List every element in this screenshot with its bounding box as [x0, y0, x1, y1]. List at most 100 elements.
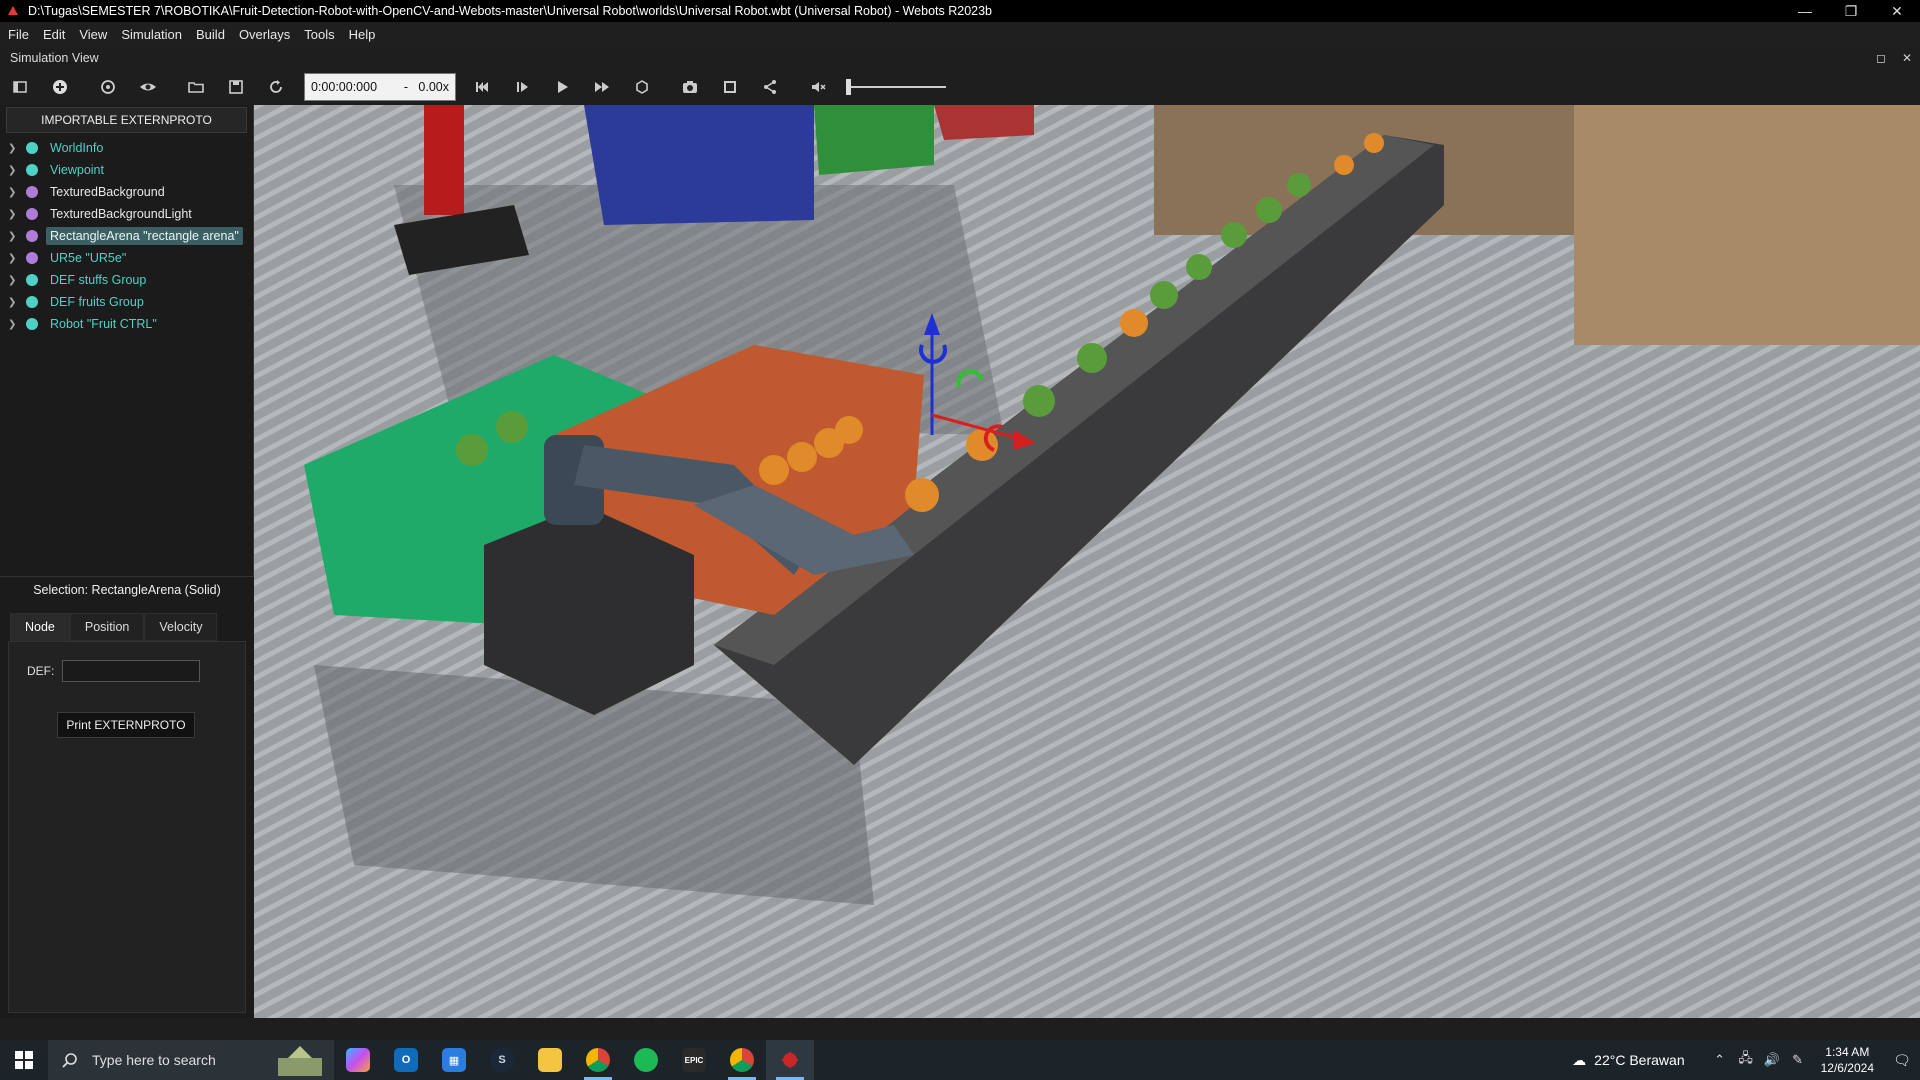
weather-desc: Berawan [1629, 1052, 1685, 1068]
print-externproto-button[interactable]: Print EXTERNPROTO [57, 712, 195, 738]
red-bin [934, 105, 1034, 140]
tree-item-robot-fruit-ctrl[interactable]: ❯ Robot "Fruit CTRL" [0, 313, 253, 335]
chevron-right-icon[interactable]: ❯ [8, 253, 22, 264]
pallet-stack [1574, 105, 1920, 345]
volume-slider[interactable] [846, 77, 946, 97]
menu-view[interactable]: View [72, 27, 114, 42]
tree-item-textured-background[interactable]: ❯ TexturedBackground [0, 181, 253, 203]
reload-world-button[interactable] [259, 72, 293, 102]
chevron-right-icon[interactable]: ❯ [8, 231, 22, 242]
menu-build[interactable]: Build [189, 27, 232, 42]
save-world-button[interactable] [219, 72, 253, 102]
tree-item-label: DEF fruits Group [50, 295, 144, 309]
view-options-button[interactable] [131, 72, 165, 102]
green-bin [814, 105, 934, 175]
camera-icon [683, 81, 697, 93]
menu-simulation[interactable]: Simulation [114, 27, 189, 42]
chevron-right-icon[interactable]: ❯ [8, 297, 22, 308]
tree-item-label: DEF stuffs Group [50, 273, 147, 287]
tab-position[interactable]: Position [69, 613, 145, 641]
volume-thumb[interactable] [846, 79, 851, 95]
chevron-up-icon[interactable]: ⌃ [1707, 1052, 1733, 1068]
proto-node-icon [26, 186, 38, 198]
taskbar-copilot[interactable] [334, 1040, 382, 1080]
taskbar-epic-games[interactable]: EPIC [670, 1040, 718, 1080]
toggle-scene-tree-button[interactable] [3, 72, 37, 102]
tab-node[interactable]: Node [10, 613, 70, 641]
fast-forward-button[interactable] [585, 72, 619, 102]
menu-help[interactable]: Help [342, 27, 383, 42]
start-button[interactable] [0, 1040, 48, 1080]
chevron-right-icon[interactable]: ❯ [8, 143, 22, 154]
menu-edit[interactable]: Edit [36, 27, 72, 42]
cloud-icon: ☁ [1572, 1051, 1587, 1068]
taskbar-webots[interactable] [766, 1040, 814, 1080]
pen-icon[interactable]: ✎ [1785, 1052, 1811, 1068]
taskbar-spotify[interactable] [622, 1040, 670, 1080]
mute-button[interactable] [801, 72, 835, 102]
outlook-icon: O [394, 1048, 418, 1072]
orange-fruit [966, 429, 998, 461]
taskbar-chrome[interactable] [574, 1040, 622, 1080]
tree-item-rectangle-arena[interactable]: ❯ RectangleArena "rectangle arena" [0, 225, 253, 247]
play-button[interactable] [545, 72, 579, 102]
record-movie-button[interactable] [713, 72, 747, 102]
clock[interactable]: 1:34 AM 12/6/2024 [1821, 1044, 1874, 1076]
network-icon[interactable]: 🖧 [1733, 1049, 1759, 1071]
node-type-icon [26, 274, 38, 286]
close-view-button[interactable]: ✕ [1894, 51, 1920, 65]
menu-tools[interactable]: Tools [297, 27, 341, 42]
orange-fruit [1120, 309, 1148, 337]
chevron-right-icon[interactable]: ❯ [8, 209, 22, 220]
status-strip [0, 1018, 1920, 1040]
tree-item-label: TexturedBackground [50, 185, 165, 199]
volume-icon[interactable]: 🔊 [1759, 1052, 1785, 1068]
chevron-right-icon[interactable]: ❯ [8, 165, 22, 176]
chevron-right-icon[interactable]: ❯ [8, 275, 22, 286]
def-label: DEF: [27, 664, 55, 678]
chevron-right-icon[interactable]: ❯ [8, 319, 22, 330]
menu-overlays[interactable]: Overlays [232, 27, 297, 42]
open-world-button[interactable] [179, 72, 213, 102]
3d-viewport[interactable] [254, 105, 1920, 1018]
reset-simulation-button[interactable] [465, 72, 499, 102]
reset-viewpoint-button[interactable] [91, 72, 125, 102]
taskbar-store[interactable]: ▦ [430, 1040, 478, 1080]
proto-node-icon [26, 252, 38, 264]
restore-button[interactable]: ❐ [1828, 0, 1874, 22]
taskbar-search[interactable]: Type here to search [48, 1040, 334, 1080]
importable-externproto-button[interactable]: IMPORTABLE EXTERNPROTO [6, 107, 247, 133]
taskbar-chrome-profile[interactable] [718, 1040, 766, 1080]
node-tab-body: DEF: Print EXTERNPROTO [8, 641, 246, 1013]
render-toggle-button[interactable] [625, 72, 659, 102]
chevron-right-icon[interactable]: ❯ [8, 187, 22, 198]
maximize-view-button[interactable]: ◻ [1868, 51, 1894, 65]
weather-widget[interactable]: ☁ 22°C Berawan [1572, 1052, 1684, 1069]
scene-render[interactable] [254, 105, 1920, 1018]
taskbar-file-explorer[interactable] [526, 1040, 574, 1080]
simulation-time-display: 0:00:00:000 - 0.00x [304, 73, 456, 101]
menu-file[interactable]: File [0, 27, 36, 42]
notification-icon[interactable]: 🗨 [1884, 1052, 1920, 1069]
tree-item-textured-background-light[interactable]: ❯ TexturedBackgroundLight [0, 203, 253, 225]
share-button[interactable] [753, 72, 787, 102]
screenshot-button[interactable] [673, 72, 707, 102]
tree-item-fruits-group[interactable]: ❯ DEF fruits Group [0, 291, 253, 313]
tab-velocity[interactable]: Velocity [144, 613, 218, 641]
taskbar-outlook[interactable]: O [382, 1040, 430, 1080]
tree-item-worldinfo[interactable]: ❯ WorldInfo [0, 137, 253, 159]
def-input[interactable] [62, 660, 201, 682]
tree-item-stuffs-group[interactable]: ❯ DEF stuffs Group [0, 269, 253, 291]
tree-item-ur5e[interactable]: ❯ UR5e "UR5e" [0, 247, 253, 269]
step-button[interactable] [505, 72, 539, 102]
tree-item-viewpoint[interactable]: ❯ Viewpoint [0, 159, 253, 181]
eye-icon [140, 83, 156, 91]
simulation-speed: 0.00x [418, 80, 449, 94]
taskbar-steam[interactable]: S [478, 1040, 526, 1080]
close-button[interactable]: ✕ [1874, 0, 1920, 22]
minimize-button[interactable]: — [1782, 0, 1828, 22]
menu-bar: File Edit View Simulation Build Overlays… [0, 22, 1920, 47]
add-node-button[interactable] [43, 72, 77, 102]
scene-tree: ❯ WorldInfo ❯ Viewpoint ❯ TexturedBackgr… [0, 137, 253, 335]
orange-fruit [759, 455, 789, 485]
